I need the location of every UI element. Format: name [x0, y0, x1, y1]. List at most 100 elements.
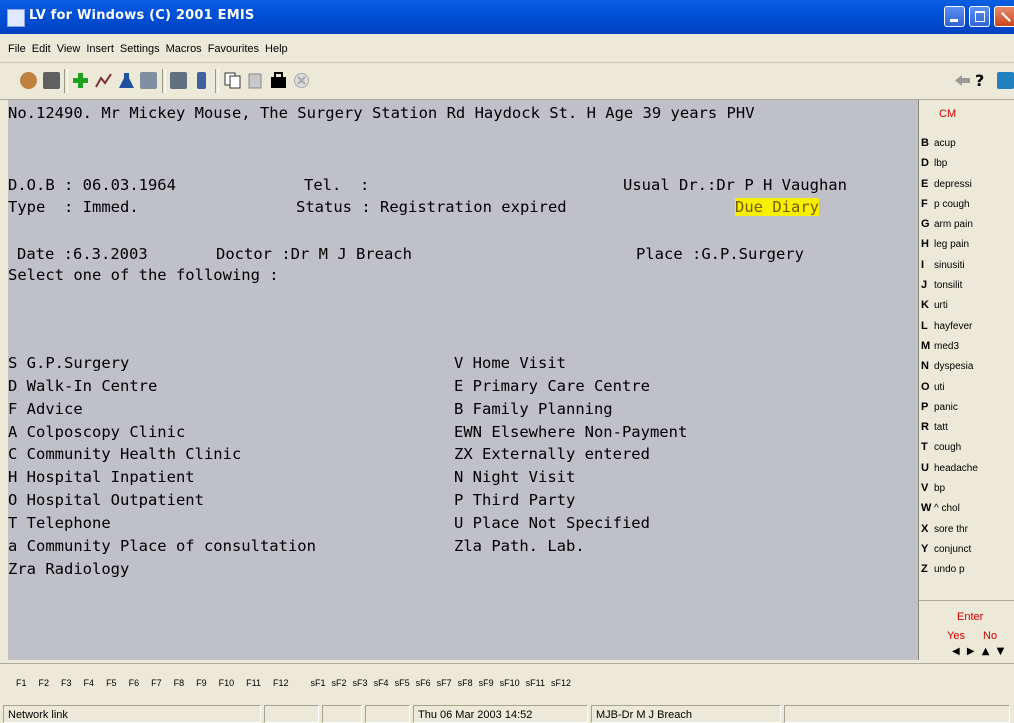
- no-button[interactable]: No: [983, 630, 997, 642]
- shift-function-key[interactable]: sF9: [479, 664, 494, 688]
- option-elsewhere-non-payment[interactable]: EWN Elsewhere Non-Payment: [454, 423, 687, 441]
- option-family-planning[interactable]: B Family Planning: [454, 400, 613, 418]
- macro-item[interactable]: Bacup: [921, 137, 978, 157]
- paste-icon[interactable]: [247, 72, 264, 89]
- option-hospital-outpatient[interactable]: O Hospital Outpatient: [8, 491, 204, 509]
- navigation-arrows-icon[interactable]: ◀ ▶ ▲ ▼: [952, 646, 1006, 657]
- macro-item[interactable]: Fp cough: [921, 198, 978, 218]
- cancel-icon[interactable]: [293, 72, 310, 89]
- yes-button[interactable]: Yes: [947, 630, 965, 642]
- function-key[interactable]: F8: [174, 664, 185, 688]
- shift-function-key[interactable]: sF3: [353, 664, 368, 688]
- menu-macros[interactable]: Macros: [163, 34, 205, 55]
- option-community-health-clinic[interactable]: C Community Health Clinic: [8, 445, 241, 463]
- macro-item[interactable]: Edepressi: [921, 178, 978, 198]
- function-key[interactable]: F6: [129, 664, 140, 688]
- flask-icon[interactable]: [118, 72, 135, 89]
- shift-function-key[interactable]: sF5: [395, 664, 410, 688]
- option-path-lab[interactable]: Zla Path. Lab.: [454, 537, 585, 555]
- option-colposcopy-clinic[interactable]: A Colposcopy Clinic: [8, 423, 185, 441]
- macro-item[interactable]: Isinusiti: [921, 259, 978, 279]
- option-home-visit[interactable]: V Home Visit: [454, 354, 566, 372]
- macro-item[interactable]: W ^ chol: [921, 502, 978, 522]
- menu-view[interactable]: View: [54, 34, 84, 55]
- option-advice[interactable]: F Advice: [8, 400, 83, 418]
- macro-label: dyspesia: [934, 361, 974, 373]
- copy-icon[interactable]: [224, 72, 241, 89]
- shift-function-key[interactable]: sF11: [526, 664, 545, 688]
- shift-function-key[interactable]: sF2: [332, 664, 347, 688]
- shift-function-key[interactable]: sF1: [311, 664, 326, 688]
- option-place-not-specified[interactable]: U Place Not Specified: [454, 514, 650, 532]
- option-primary-care-centre[interactable]: E Primary Care Centre: [454, 377, 650, 395]
- option-night-visit[interactable]: N Night Visit: [454, 468, 575, 486]
- option-telephone[interactable]: T Telephone: [8, 514, 111, 532]
- close-button[interactable]: [994, 6, 1014, 27]
- menu-file[interactable]: File: [5, 34, 29, 55]
- function-key[interactable]: F4: [84, 664, 95, 688]
- due-diary-badge[interactable]: Due Diary: [735, 198, 819, 216]
- macro-key: R: [921, 421, 929, 434]
- option-externally-entered[interactable]: ZX Externally entered: [454, 445, 650, 463]
- macro-item[interactable]: Ndyspesia: [921, 360, 978, 380]
- macro-item[interactable]: Hleg pain: [921, 238, 978, 258]
- phone-icon[interactable]: [197, 72, 206, 89]
- macro-item[interactable]: Xsore thr: [921, 523, 978, 543]
- macro-item[interactable]: Garm pain: [921, 218, 978, 238]
- function-key[interactable]: F9: [196, 664, 207, 688]
- macro-item[interactable]: Dlbp: [921, 157, 978, 177]
- option-gp-surgery[interactable]: S G.P.Surgery: [8, 354, 129, 372]
- macro-item[interactable]: Zundo p: [921, 563, 978, 583]
- option-hospital-inpatient[interactable]: H Hospital Inpatient: [8, 468, 195, 486]
- lock-icon[interactable]: [43, 72, 60, 89]
- macro-label: tonsilit: [934, 280, 963, 292]
- menu-settings[interactable]: Settings: [117, 34, 163, 55]
- function-key[interactable]: F7: [151, 664, 162, 688]
- monitor-icon[interactable]: [997, 72, 1014, 89]
- macro-item[interactable]: Jtonsilit: [921, 279, 978, 299]
- minimize-button[interactable]: [944, 6, 965, 27]
- menu-favourites[interactable]: Favourites: [205, 34, 262, 55]
- function-key[interactable]: F11: [246, 664, 261, 688]
- menu-help[interactable]: Help: [262, 34, 291, 55]
- patient-icon[interactable]: [20, 72, 37, 89]
- add-icon[interactable]: [72, 72, 89, 89]
- macro-item[interactable]: Kurti: [921, 299, 978, 319]
- shift-function-key[interactable]: sF8: [458, 664, 473, 688]
- option-community-place[interactable]: a Community Place of consultation: [8, 537, 316, 555]
- bag-icon[interactable]: [270, 72, 287, 89]
- back-arrow-icon[interactable]: [954, 72, 971, 89]
- shift-function-key[interactable]: sF12: [551, 664, 571, 688]
- shift-function-key[interactable]: sF10: [500, 664, 520, 688]
- shift-function-key[interactable]: sF6: [416, 664, 431, 688]
- macro-item[interactable]: Yconjunct: [921, 543, 978, 563]
- macro-item[interactable]: Mmed3: [921, 340, 978, 360]
- document-icon[interactable]: [140, 72, 157, 89]
- macro-item[interactable]: Lhayfever: [921, 320, 978, 340]
- enter-button[interactable]: Enter: [957, 611, 983, 623]
- chart-icon[interactable]: [95, 72, 112, 89]
- calculator-icon[interactable]: [170, 72, 187, 89]
- menu-edit[interactable]: Edit: [29, 34, 54, 55]
- macro-item[interactable]: Vbp: [921, 482, 978, 502]
- function-key[interactable]: F12: [273, 664, 289, 688]
- maximize-button[interactable]: [969, 6, 990, 27]
- macro-item[interactable]: Tcough: [921, 441, 978, 461]
- shift-function-key[interactable]: sF7: [437, 664, 452, 688]
- macro-label: p cough: [934, 198, 970, 210]
- shift-function-key[interactable]: sF4: [374, 664, 389, 688]
- macro-item[interactable]: Uheadache: [921, 462, 978, 482]
- option-radiology[interactable]: Zra Radiology: [8, 560, 129, 578]
- macro-item[interactable]: Ppanic: [921, 401, 978, 421]
- macro-item[interactable]: Rtatt: [921, 421, 978, 441]
- option-third-party[interactable]: P Third Party: [454, 491, 575, 509]
- function-key[interactable]: F5: [106, 664, 117, 688]
- function-key[interactable]: F2: [39, 664, 50, 688]
- menu-insert[interactable]: Insert: [83, 34, 117, 55]
- function-key[interactable]: F1: [16, 664, 27, 688]
- function-key[interactable]: F3: [61, 664, 72, 688]
- macro-item[interactable]: Outi: [921, 381, 978, 401]
- option-walk-in-centre[interactable]: D Walk-In Centre: [8, 377, 157, 395]
- function-key[interactable]: F10: [219, 664, 235, 688]
- help-icon[interactable]: ?: [975, 71, 992, 90]
